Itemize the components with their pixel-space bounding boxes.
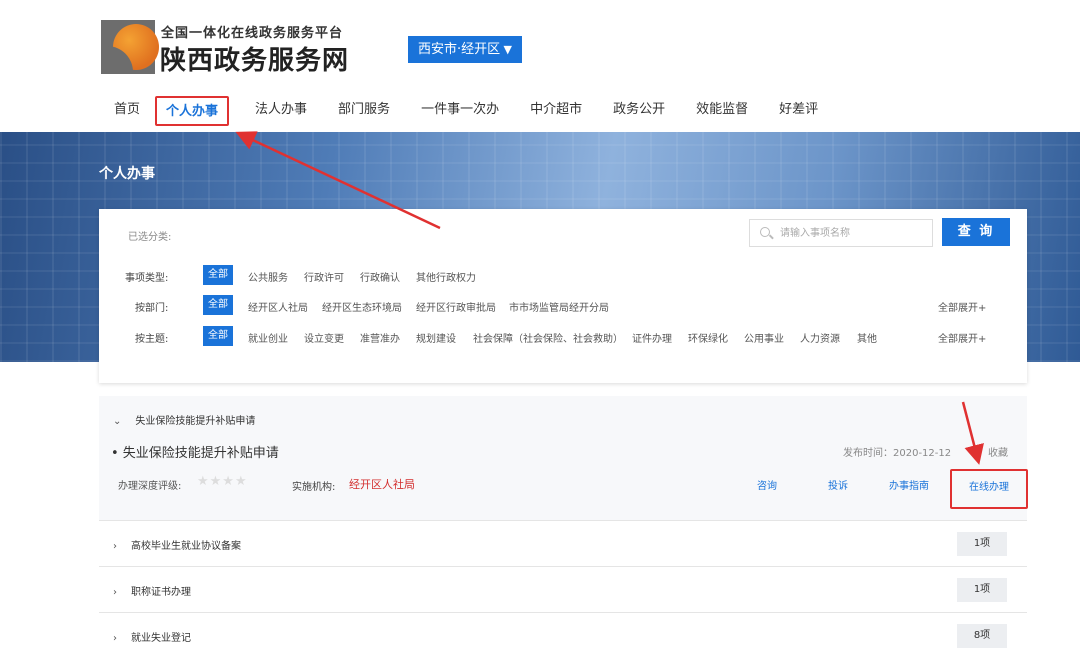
- chevron-right-icon: ›: [113, 587, 117, 598]
- online-apply-link[interactable]: 在线办理: [950, 469, 1028, 509]
- result-list: ⌄ 失业保险技能提升补贴申请 • 失业保险技能提升补贴申请 发布时间：2020-1…: [99, 396, 1028, 651]
- filter-option[interactable]: 其他: [857, 330, 877, 345]
- filter-option[interactable]: 其他行政权力: [416, 269, 476, 284]
- count-badge: 1项: [957, 578, 1007, 602]
- chevron-right-icon: ›: [113, 633, 117, 644]
- search-input[interactable]: [780, 224, 928, 242]
- filter-row-label: 按主题:: [135, 334, 169, 345]
- depth-rating-label: 办理深度评级:: [118, 481, 182, 492]
- nav-item-one-thing[interactable]: 一件事一次办: [407, 96, 513, 126]
- group-name: 就业失业登记: [131, 633, 191, 644]
- filter-panel: 已选分类: 查 询 事项类型: 全部 公共服务 行政许可 行政确认 其他行政权力…: [99, 209, 1027, 383]
- page: 全国一体化在线政务服务平台 陕西政务服务网 西安市·经开区 ▼ 首页 个人办事 …: [0, 0, 1080, 651]
- city-selector[interactable]: 西安市·经开区 ▼: [408, 36, 522, 63]
- result-group: › 高校毕业生就业协议备案 1项: [99, 521, 1027, 567]
- group-header[interactable]: › 就业失业登记: [113, 629, 191, 644]
- filter-option[interactable]: 准营准办: [360, 330, 400, 345]
- group-name: 失业保险技能提升补贴申请: [135, 416, 256, 427]
- filter-option[interactable]: 就业创业: [248, 330, 288, 345]
- result-group-expanded: ⌄ 失业保险技能提升补贴申请 • 失业保险技能提升补贴申请 发布时间：2020-1…: [99, 396, 1028, 521]
- filter-option[interactable]: 设立变更: [304, 330, 344, 345]
- expand-all-button[interactable]: 全部展开+: [938, 330, 986, 345]
- filter-option[interactable]: 全部: [203, 265, 233, 285]
- filter-option[interactable]: 环保绿化: [688, 330, 728, 345]
- group-header[interactable]: › 高校毕业生就业协议备案: [113, 537, 241, 552]
- chevron-down-icon: ▼: [503, 43, 512, 56]
- favorite-button[interactable]: 收藏: [988, 444, 1008, 459]
- group-header[interactable]: ⌄ 失业保险技能提升补贴申请: [113, 412, 255, 427]
- main-nav: 首页 个人办事 法人办事 部门服务 一件事一次办 中介超市 政务公开 效能监督 …: [100, 96, 835, 126]
- filter-option[interactable]: 行政许可: [304, 269, 344, 284]
- nav-item-departments[interactable]: 部门服务: [324, 96, 404, 126]
- city-label: 西安市·经开区: [418, 42, 501, 57]
- filter-option[interactable]: 全部: [203, 295, 233, 315]
- consult-link[interactable]: 咨询: [757, 477, 777, 492]
- filter-option[interactable]: 行政确认: [360, 269, 400, 284]
- publish-date: 发布时间：2020-12-12: [843, 448, 952, 459]
- filter-option[interactable]: 人力资源: [800, 330, 840, 345]
- site-title: 陕西政务服务网: [160, 46, 350, 76]
- search-icon: [760, 227, 770, 237]
- nav-item-supervision[interactable]: 效能监督: [682, 96, 762, 126]
- chevron-right-icon: ›: [113, 541, 117, 552]
- nav-item-personal[interactable]: 个人办事: [155, 96, 230, 126]
- query-button[interactable]: 查 询: [942, 218, 1010, 246]
- search-box[interactable]: [749, 219, 933, 247]
- result-group: › 职称证书办理 1项: [99, 567, 1027, 613]
- org-value: 经开区人社局: [349, 478, 415, 491]
- filter-option[interactable]: 全部: [203, 326, 233, 346]
- nav-item-gov-affairs[interactable]: 政务公开: [599, 96, 679, 126]
- chevron-down-icon: ⌄: [113, 416, 122, 427]
- result-group: › 就业失业登记 8项: [99, 613, 1027, 651]
- filter-option[interactable]: 社会保障（社会保险、社会救助）: [473, 330, 623, 345]
- nav-item-legal-person[interactable]: 法人办事: [241, 96, 321, 126]
- filter-option[interactable]: 经开区行政审批局: [416, 299, 496, 314]
- star-rating: ★★★★: [197, 474, 248, 489]
- filter-option[interactable]: 市市场监管局经开分局: [509, 299, 609, 314]
- filter-option[interactable]: 公用事业: [744, 330, 784, 345]
- filter-option[interactable]: 经开区生态环境局: [322, 299, 402, 314]
- nav-item-home[interactable]: 首页: [100, 96, 154, 126]
- count-badge: 1项: [957, 532, 1007, 556]
- complaint-link[interactable]: 投诉: [828, 477, 848, 492]
- page-title: 个人办事: [99, 166, 155, 182]
- guide-link[interactable]: 办事指南: [889, 477, 929, 492]
- nav-item-rating[interactable]: 好差评: [765, 96, 832, 126]
- selected-categories-label: 已选分类:: [128, 232, 172, 243]
- filter-option[interactable]: 规划建设: [416, 330, 456, 345]
- filter-option[interactable]: 公共服务: [248, 269, 288, 284]
- nav-item-agency-market[interactable]: 中介超市: [516, 96, 596, 126]
- item-title[interactable]: • 失业保险技能提升补贴申请: [111, 442, 279, 461]
- count-badge: 8项: [957, 624, 1007, 648]
- group-name: 职称证书办理: [131, 587, 191, 598]
- filter-option[interactable]: 证件办理: [632, 330, 672, 345]
- site-subtitle: 全国一体化在线政务服务平台: [161, 26, 344, 41]
- group-name: 高校毕业生就业协议备案: [131, 541, 241, 552]
- site-logo[interactable]: [101, 20, 159, 74]
- expand-all-button[interactable]: 全部展开+: [938, 299, 986, 314]
- filter-option[interactable]: 经开区人社局: [248, 299, 308, 314]
- org-label: 实施机构:: [292, 482, 336, 493]
- group-header[interactable]: › 职称证书办理: [113, 583, 191, 598]
- filter-row-label: 按部门:: [135, 303, 169, 314]
- filter-row-label: 事项类型:: [125, 273, 169, 284]
